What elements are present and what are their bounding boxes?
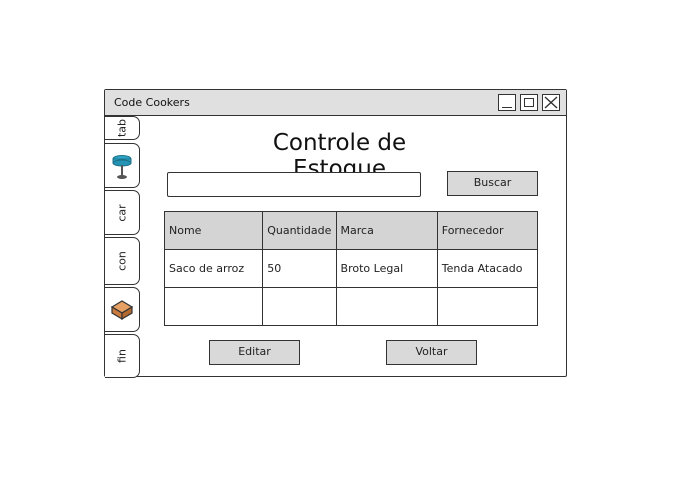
app-window: Code Cookers tab car con fin Controle de… (104, 89, 567, 378)
table-cell (163, 287, 264, 326)
column-header-marca[interactable]: Marca (335, 211, 438, 250)
table-cell: Broto Legal (335, 249, 438, 288)
side-tab-car[interactable]: car (105, 190, 140, 235)
search-input[interactable] (167, 172, 421, 197)
table-header-row: Nome Quantidade Marca Fornecedor (163, 211, 539, 250)
side-tab-fin[interactable]: fin (105, 334, 140, 378)
side-tab-label: con (115, 251, 129, 271)
table-cell (262, 287, 337, 326)
table-cell: 50 (262, 249, 337, 288)
table-cell (335, 287, 438, 326)
back-button[interactable]: Voltar (386, 340, 477, 365)
side-tab-label: car (115, 203, 129, 222)
side-tabs: tab car con fin (105, 116, 141, 378)
search-button[interactable]: Buscar (447, 171, 538, 196)
stool-icon (112, 154, 132, 179)
column-header-fornecedor[interactable]: Fornecedor (436, 211, 539, 250)
side-tab-box[interactable] (105, 287, 140, 332)
table-cell: Tenda Atacado (436, 249, 539, 288)
table-cell (436, 287, 539, 326)
side-tab-stool[interactable] (105, 143, 140, 188)
side-tab-label: tab (115, 118, 129, 138)
maximize-button[interactable] (520, 94, 538, 111)
table-row[interactable]: Saco de arroz 50 Broto Legal Tenda Ataca… (163, 249, 539, 288)
side-tab-con[interactable]: con (105, 237, 140, 285)
window-title: Code Cookers (114, 96, 190, 109)
close-button[interactable] (542, 94, 560, 111)
box-icon (110, 299, 134, 320)
title-bar: Code Cookers (105, 90, 566, 116)
minimize-button[interactable] (498, 94, 516, 111)
side-tab-tab[interactable]: tab (105, 116, 140, 140)
column-header-quantidade[interactable]: Quantidade (262, 211, 337, 250)
table-cell: Saco de arroz (163, 249, 264, 288)
edit-button[interactable]: Editar (209, 340, 300, 365)
close-icon (544, 96, 558, 109)
side-tab-label: fin (115, 349, 129, 363)
stock-table: Nome Quantidade Marca Fornecedor Saco de… (163, 211, 539, 326)
table-row[interactable] (163, 287, 539, 326)
column-header-nome[interactable]: Nome (163, 211, 264, 250)
